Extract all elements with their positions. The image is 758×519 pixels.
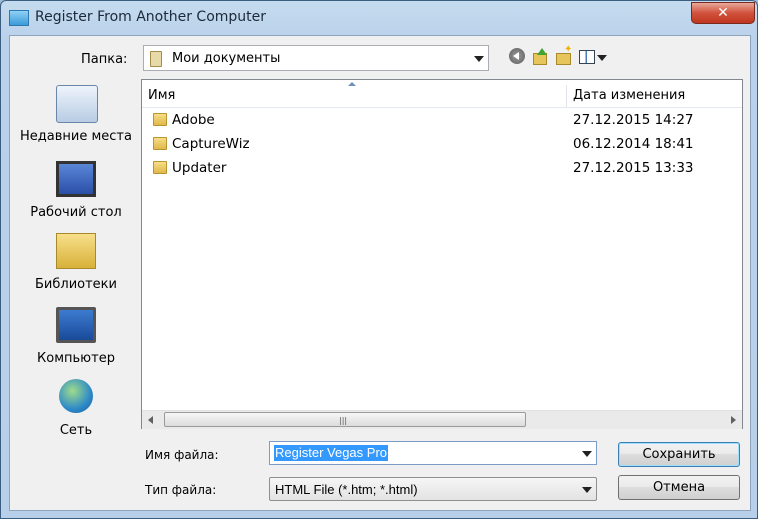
window-title: Register From Another Computer [35,9,267,25]
scroll-left-icon[interactable] [148,416,153,424]
folder-icon [153,113,167,126]
place-label: Библиотеки [35,277,117,292]
file-list[interactable]: Имя Дата изменения Adobe 27.12.2015 14:2… [141,79,743,429]
folder-label: Папка: [81,52,128,67]
title-bar[interactable]: Register From Another Computer ✕ [1,1,757,35]
place-label: Рабочий стол [30,205,122,220]
views-chevron-down-icon[interactable] [597,55,607,61]
folder-icon [153,137,167,150]
horizontal-scrollbar[interactable]: ||| [142,410,742,429]
folder-icon [153,161,167,174]
chevron-down-icon[interactable] [582,487,592,493]
scrollbar-thumb[interactable]: ||| [164,412,526,427]
column-header-name[interactable]: Имя [142,85,567,107]
place-label: Сеть [59,423,93,438]
item-date: 27.12.2015 13:33 [573,160,694,176]
grip-icon: ||| [339,416,348,425]
item-date: 27.12.2015 14:27 [573,112,694,128]
recent-places-icon [56,85,98,123]
filename-label: Имя файла: [145,448,219,462]
place-label: Недавние места [20,129,132,144]
list-item[interactable]: Adobe 27.12.2015 14:27 [142,108,742,132]
scroll-right-icon[interactable] [731,416,736,424]
place-recent[interactable]: Недавние места [17,85,135,155]
cancel-button[interactable]: Отмена [618,475,740,500]
save-dialog-window: Register From Another Computer ✕ Папка: … [0,0,758,519]
up-folder-icon[interactable] [532,48,548,65]
item-name: Updater [172,160,227,176]
documents-folder-icon [150,51,162,67]
filename-input[interactable]: Register Vegas Pro [269,441,597,465]
close-button[interactable]: ✕ [691,2,755,24]
place-libraries[interactable]: Библиотеки [17,233,135,303]
filetype-select[interactable]: HTML File (*.htm; *.html) [269,477,597,501]
place-computer[interactable]: Компьютер [17,307,135,377]
folder-combo-value: Мои документы [172,51,281,66]
new-folder-icon[interactable] [556,44,572,65]
places-bar: Недавние места Рабочий стол Библиотеки К… [17,77,135,457]
item-date: 06.12.2014 18:41 [573,136,694,152]
place-label: Компьютер [37,351,115,366]
desktop-icon [56,161,96,197]
computer-icon [56,307,96,343]
place-network[interactable]: Сеть [17,379,135,449]
filename-value[interactable]: Register Vegas Pro [274,445,389,461]
libraries-icon [56,233,96,269]
place-desktop[interactable]: Рабочий стол [17,161,135,231]
save-button[interactable]: Сохранить [618,442,740,467]
back-icon[interactable] [509,48,525,64]
views-menu-icon[interactable] [579,50,595,64]
chevron-down-icon[interactable] [474,56,484,62]
list-item[interactable]: CaptureWiz 06.12.2014 18:41 [142,132,742,156]
folder-combo[interactable]: Мои документы [143,45,489,71]
item-name: CaptureWiz [172,136,250,152]
filetype-value: HTML File (*.htm; *.html) [275,482,418,497]
filetype-label: Тип файла: [145,483,217,497]
list-item[interactable]: Updater 27.12.2015 13:33 [142,156,742,180]
column-header-date[interactable]: Дата изменения [567,85,742,107]
window-app-icon [9,10,29,26]
item-name: Adobe [172,112,215,128]
chevron-down-icon[interactable] [582,451,592,457]
network-icon [59,379,93,413]
